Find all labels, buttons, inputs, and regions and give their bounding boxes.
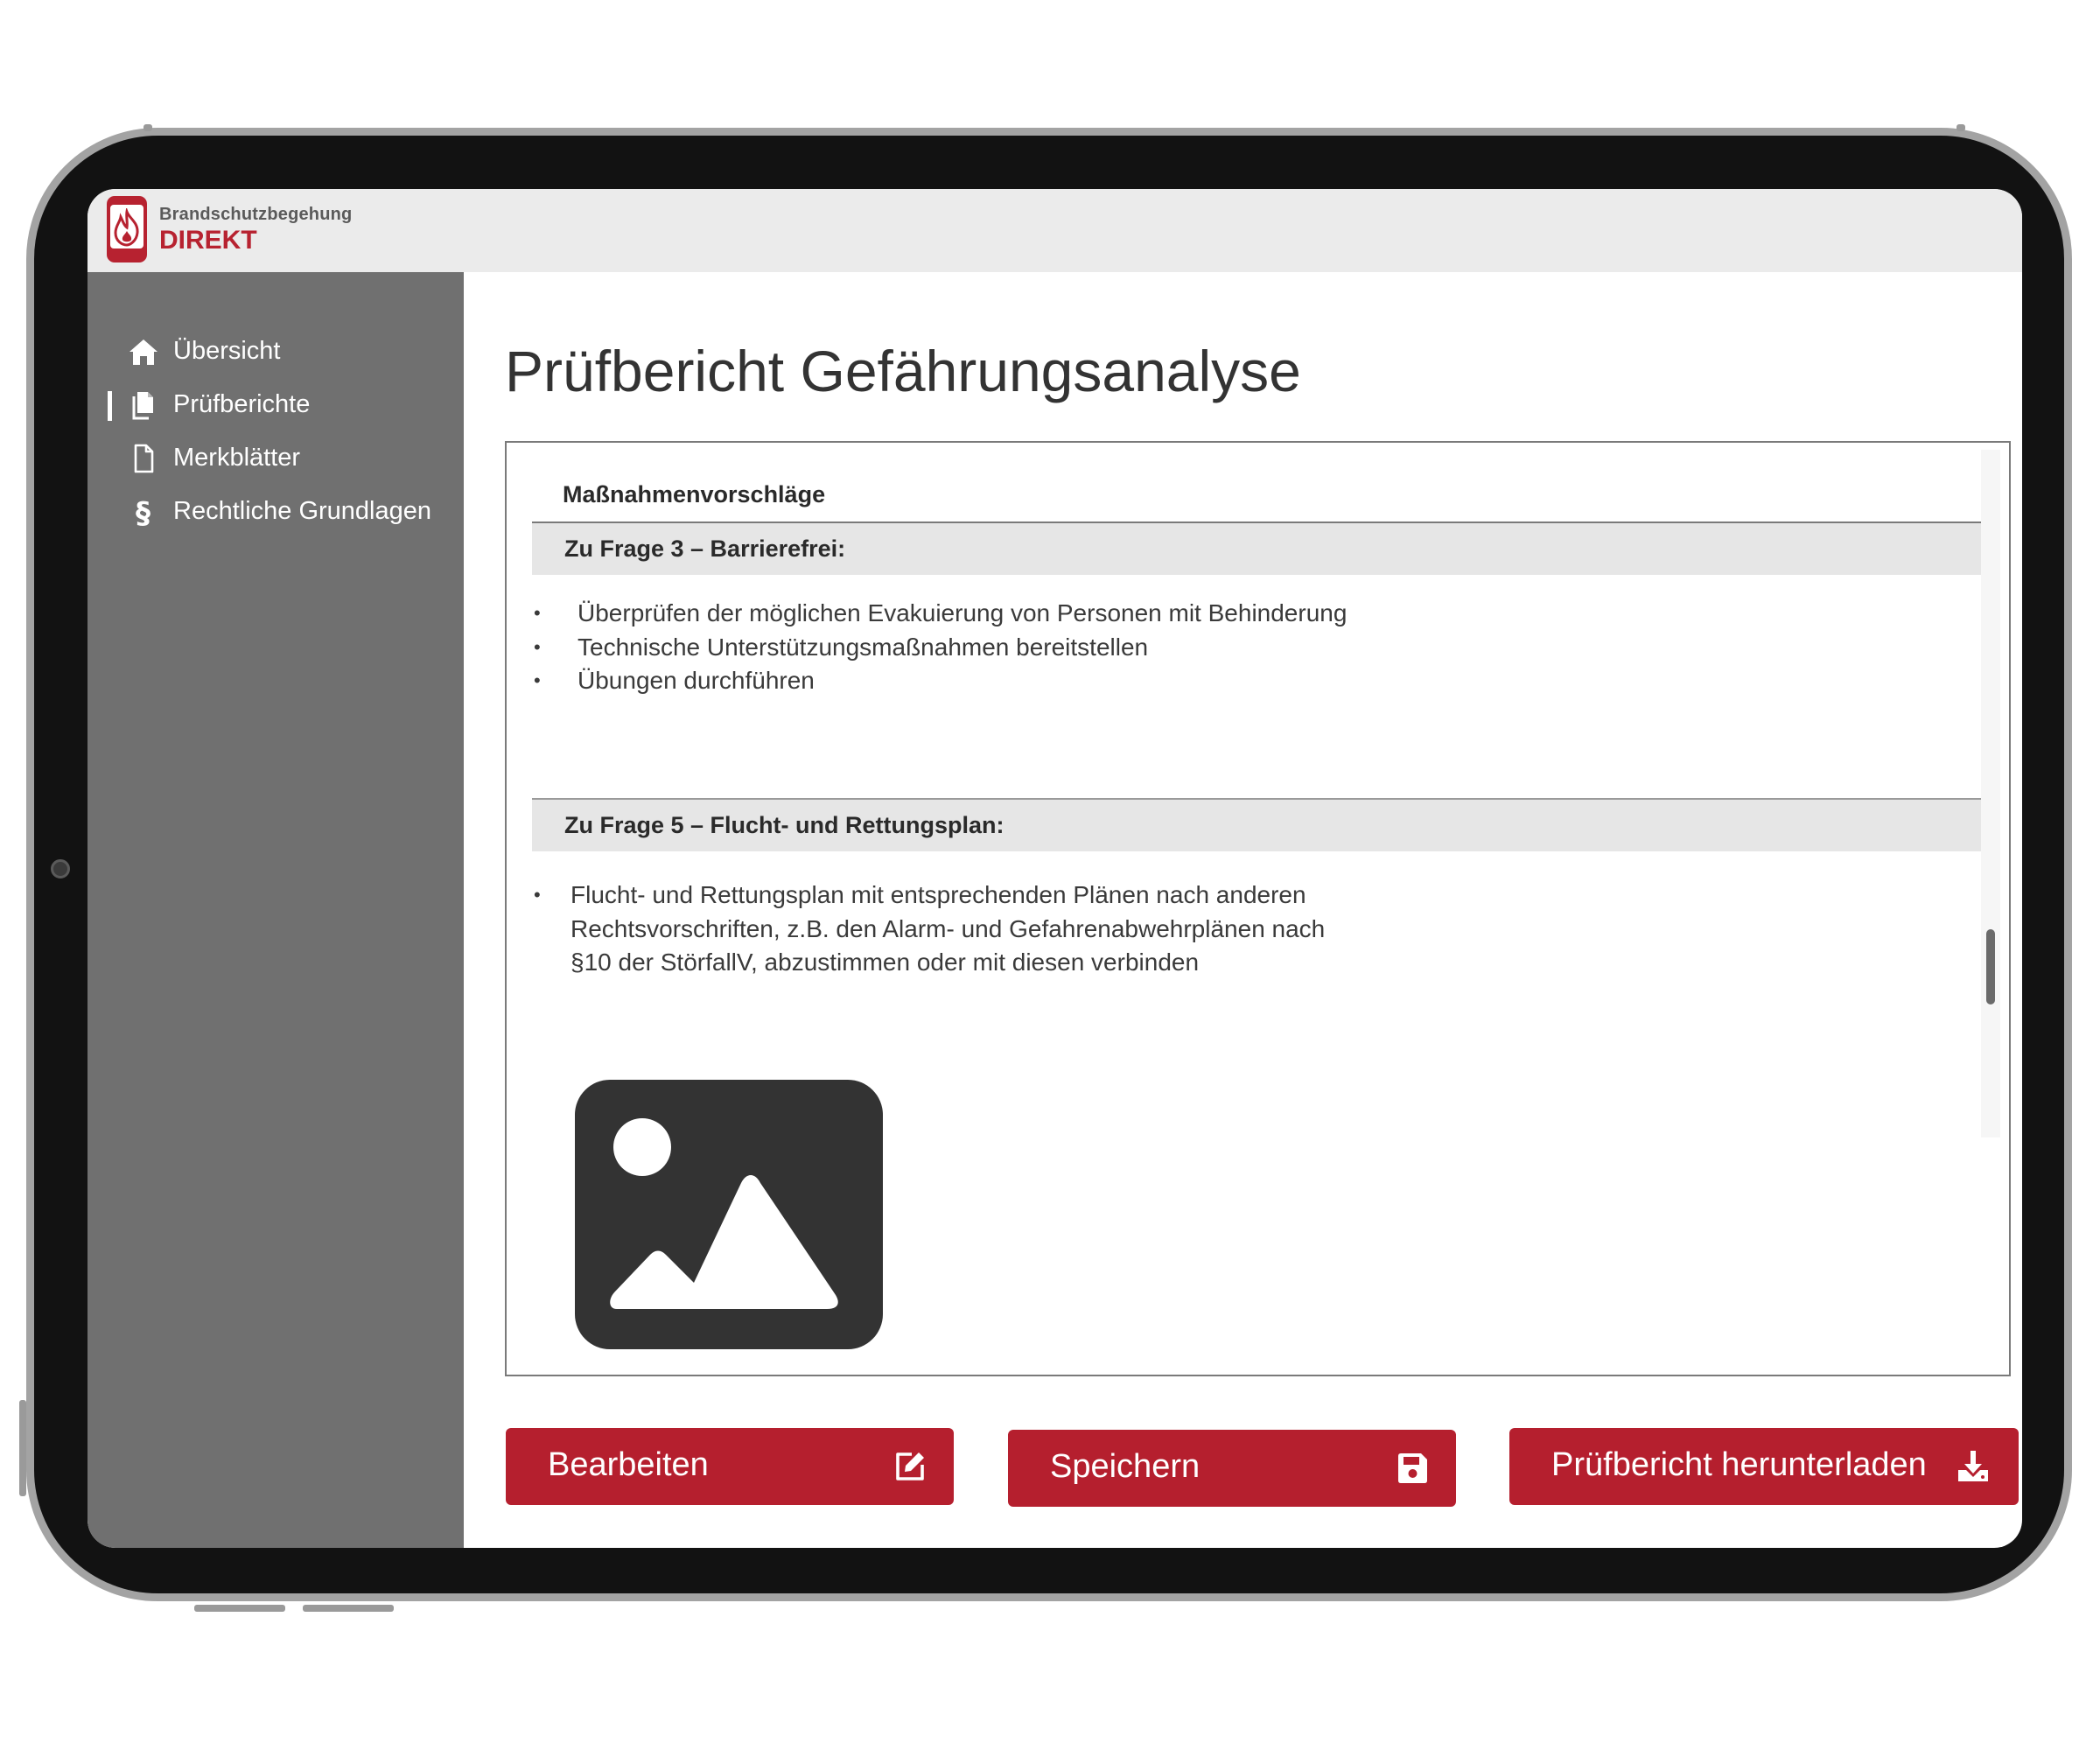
active-indicator [108, 391, 112, 421]
section-title: Maßnahmenvorschläge [563, 481, 826, 508]
top-bar: Brandschutzbegehung DIREKT [88, 189, 2022, 272]
page-title: Prüfbericht Gefährungsanalyse [505, 339, 1301, 403]
question-title: Zu Frage 3 – Barrierefrei: [564, 536, 846, 562]
tablet-power-button [19, 1400, 26, 1496]
sidebar-item-label: Merkblätter [173, 444, 301, 472]
sidebar-item-uebersicht[interactable]: Übersicht [88, 329, 464, 373]
question-title: Zu Frage 5 – Flucht- und Rettungsplan: [564, 812, 1004, 838]
list-item-text: Flucht- und Rettungsplan mit entsprechen… [570, 878, 1446, 980]
list-item: • Überprüfen der möglichen Evakuierung vo… [534, 599, 1348, 626]
save-icon [1395, 1451, 1430, 1486]
logo-subtitle: DIREKT [159, 226, 257, 255]
tablet-side-button [144, 124, 152, 131]
logo-title: Brandschutzbegehung [159, 205, 353, 224]
tablet-volume-button [194, 1605, 285, 1612]
list-item-line: Rechtsvorschriften, z.B. den Alarm- und … [570, 914, 1326, 942]
list-item-text: Überprüfen der möglichen Evakuierung von… [578, 599, 1348, 626]
tablet-volume-button [303, 1605, 394, 1612]
save-button-label: Speichern [1050, 1448, 1200, 1485]
list-item-line: Flucht- und Rettungsplan mit entsprechen… [570, 881, 1306, 908]
sidebar-item-merkblaetter[interactable]: Merkblätter [88, 436, 464, 480]
edit-button-label: Bearbeiten [548, 1446, 709, 1483]
home-icon [126, 336, 161, 368]
sidebar-item-rechtliche-grundlagen[interactable]: § Rechtliche Grundlagen [88, 489, 464, 533]
scrollbar-thumb[interactable] [1986, 929, 1995, 1004]
question-header: Zu Frage 3 – Barrierefrei: [532, 523, 1986, 575]
list-item-text: Übungen durchführen [578, 667, 815, 694]
sidebar-item-pruefberichte[interactable]: Prüfberichte [88, 382, 464, 426]
svg-text:§: § [136, 496, 150, 528]
report-panel[interactable]: Maßnahmenvorschläge Zu Frage 3 – Barrier… [505, 441, 2011, 1376]
list-item: • Übungen durchführen [534, 667, 815, 694]
paragraph-icon: § [126, 496, 161, 531]
camera-icon [51, 859, 70, 878]
list-item: • Technische Unterstützungsmaßnahmen bere… [534, 633, 1149, 661]
scrollbar[interactable] [1981, 450, 2000, 1138]
sidebar-item-label: Prüfberichte [173, 390, 311, 418]
edit-icon [892, 1449, 928, 1484]
sidebar-item-label: Übersicht [173, 337, 281, 365]
download-report-button[interactable]: Prüfbericht herunterladen [1509, 1428, 2019, 1505]
app-screen: Brandschutzbegehung DIREKT Übersicht Prü… [88, 189, 2022, 1548]
document-icon [126, 443, 161, 474]
download-button-label: Prüfbericht herunterladen [1551, 1446, 1927, 1483]
question-header: Zu Frage 5 – Flucht- und Rettungsplan: [532, 800, 1986, 851]
image-placeholder-icon[interactable] [575, 1080, 883, 1349]
tablet-side-button [1956, 124, 1965, 131]
bullet-list: • Überprüfen der möglichen Evakuierung vo… [507, 597, 1347, 698]
list-item-text: Technische Unterstützungsmaßnahmen berei… [578, 633, 1149, 661]
sidebar-item-label: Rechtliche Grundlagen [173, 497, 432, 525]
documents-icon [126, 389, 161, 421]
logo-fire-icon [107, 196, 147, 262]
download-icon [1956, 1449, 1991, 1484]
sidebar: Übersicht Prüfberichte Merkblätter § Rec… [88, 272, 464, 1548]
list-item-line: §10 der StörfallV, abzustimmen oder mit … [570, 948, 1200, 976]
edit-button[interactable]: Bearbeiten [506, 1428, 954, 1505]
save-button[interactable]: Speichern [1008, 1430, 1456, 1507]
